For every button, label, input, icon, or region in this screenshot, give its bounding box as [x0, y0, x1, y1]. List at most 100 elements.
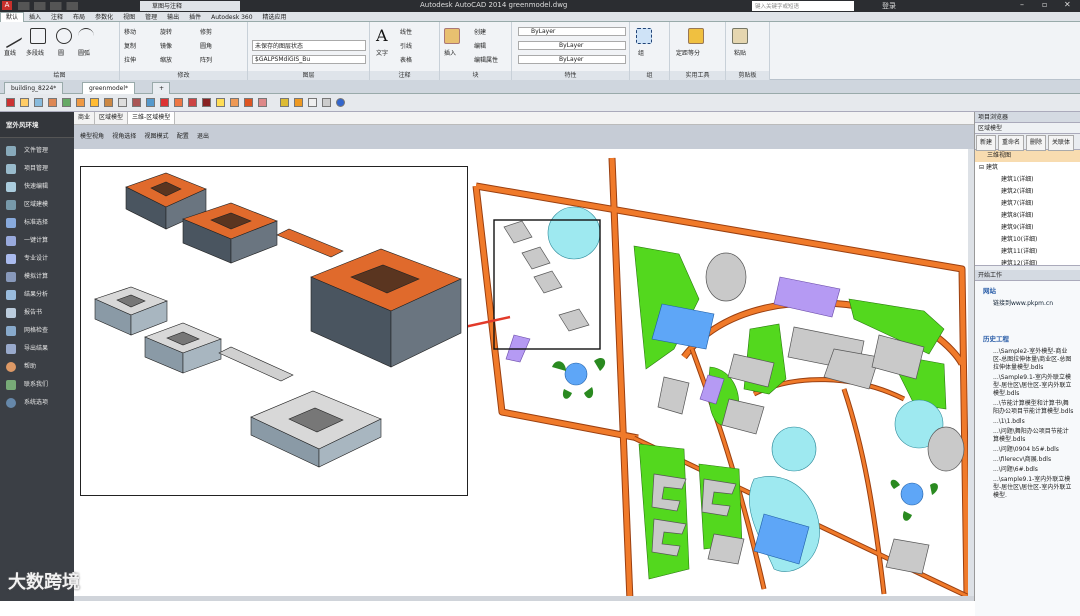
print-icon[interactable]: [322, 98, 331, 107]
edit-attributes-button[interactable]: 编辑属性: [474, 55, 498, 64]
divide-button[interactable]: 定距等分: [676, 48, 700, 57]
nav-result-analysis[interactable]: 结果分析: [0, 286, 74, 304]
linetype-select[interactable]: ByLayer: [518, 41, 626, 50]
text-button[interactable]: 文字: [376, 48, 388, 57]
tree-node-building[interactable]: 建筑9(详细): [975, 222, 1080, 234]
zoom-icon[interactable]: [34, 98, 43, 107]
terrain-icon[interactable]: [174, 98, 183, 107]
collapse-icon[interactable]: ⊟: [979, 164, 986, 171]
close-icon[interactable]: ✕: [1064, 0, 1071, 9]
scale-button[interactable]: 缩放: [160, 55, 172, 64]
text-icon[interactable]: A: [376, 26, 388, 45]
export-icon[interactable]: [216, 98, 225, 107]
nav-quick-edit[interactable]: 快速编辑: [0, 178, 74, 196]
stretch-button[interactable]: 拉伸: [124, 55, 136, 64]
tree-node-building[interactable]: 建筑12(详细): [975, 258, 1080, 265]
tree-node-building[interactable]: 建筑11(详细): [975, 246, 1080, 258]
model-icon[interactable]: [20, 98, 29, 107]
workspace-select[interactable]: 草图与注释: [140, 1, 240, 11]
history-item[interactable]: ...\问题\6#.bdls: [975, 465, 1080, 475]
mirror-button[interactable]: 镜像: [160, 41, 172, 50]
app-menu-icon[interactable]: A: [2, 1, 12, 10]
edit-block-button[interactable]: 编辑: [474, 41, 486, 50]
tree-node-building[interactable]: 建筑2(详细): [975, 186, 1080, 198]
history-item[interactable]: ...\sample9.1-室内外联立模型-居住区\居住区-室内外联立模型.: [975, 475, 1080, 501]
render-icon[interactable]: [202, 98, 211, 107]
view-select-button[interactable]: 视角选择: [112, 125, 136, 149]
doc-tab-building[interactable]: building_8224*: [4, 82, 64, 94]
layer-state-select[interactable]: 未保存的图层状态: [252, 40, 366, 51]
line-button[interactable]: 直线: [4, 48, 16, 57]
nav-file-management[interactable]: 文件管理: [0, 142, 74, 160]
array-button[interactable]: 阵列: [200, 55, 212, 64]
stair-icon[interactable]: [160, 98, 169, 107]
line-icon[interactable]: [6, 23, 22, 49]
config-button[interactable]: 配置: [177, 125, 189, 149]
insert-block-icon[interactable]: [444, 28, 460, 44]
current-layer-select[interactable]: $GALPSMdiGIS_Bu: [252, 55, 366, 64]
history-item[interactable]: ...\Sample9.1-室内外联立模型-居住区\居住区-室内外联立模型.bd…: [975, 373, 1080, 399]
nav-system-options[interactable]: 系统选项: [0, 394, 74, 412]
color-icon[interactable]: [76, 98, 85, 107]
folder-icon[interactable]: [280, 98, 289, 107]
nav-professional-design[interactable]: 专业设计: [0, 250, 74, 268]
nav-area-modeling[interactable]: 区域建模: [0, 196, 74, 214]
nav-project-management[interactable]: 项目管理: [0, 160, 74, 178]
grid-icon[interactable]: [308, 98, 317, 107]
delete-button[interactable]: 删除: [1026, 135, 1047, 151]
roof-icon[interactable]: [146, 98, 155, 107]
exit-button[interactable]: 退出: [197, 125, 209, 149]
tree-node-building[interactable]: 建筑1(详细): [975, 174, 1080, 186]
doc-tab-greenmodel[interactable]: greenmodel*: [82, 82, 136, 94]
circle-icon[interactable]: [56, 28, 72, 44]
building-icon[interactable]: [90, 98, 99, 107]
insert-button[interactable]: 插入: [444, 48, 456, 57]
model-view-button[interactable]: 模型视角: [80, 125, 104, 149]
arc-icon[interactable]: [78, 28, 94, 44]
table-button[interactable]: 表格: [400, 55, 412, 64]
group-button[interactable]: 组: [638, 48, 644, 57]
tag-area-model[interactable]: 区域模型: [95, 112, 129, 124]
polyline-icon[interactable]: [30, 28, 46, 44]
polyline-button[interactable]: 多段线: [26, 48, 44, 57]
view-mode-button[interactable]: 视图模式: [145, 125, 169, 149]
new-button[interactable]: 新建: [976, 135, 997, 151]
nav-report[interactable]: 报告书: [0, 304, 74, 322]
rotate-button[interactable]: 旋转: [160, 27, 172, 36]
search-input[interactable]: 键入关键字或短语: [752, 1, 854, 11]
tree-icon[interactable]: [188, 98, 197, 107]
tag-3d-area-model[interactable]: 三维-区域模型: [128, 112, 176, 124]
history-item[interactable]: ...\Sample2-室外模型-商业区-总图拉伸体量\商业区-总图拉伸体量模型…: [975, 347, 1080, 373]
paste-icon[interactable]: [732, 28, 748, 44]
layer-icon[interactable]: [62, 98, 71, 107]
history-item[interactable]: ...\1\1.bdls: [975, 417, 1080, 427]
history-item[interactable]: ...\filerecv\商展.bdls: [975, 455, 1080, 465]
paste-button[interactable]: 粘贴: [734, 48, 746, 57]
nav-export-results[interactable]: 导出结果: [0, 340, 74, 358]
window-icon[interactable]: [132, 98, 141, 107]
tree-node-building[interactable]: 建筑8(详细): [975, 210, 1080, 222]
tag-commercial[interactable]: 商业: [74, 112, 96, 124]
nav-contact-us[interactable]: 联系我们: [0, 376, 74, 394]
copy-icon[interactable]: [230, 98, 239, 107]
new-tab-button[interactable]: +: [152, 82, 170, 94]
measure-icon[interactable]: [688, 28, 704, 44]
link-button[interactable]: 关联体: [1048, 135, 1075, 151]
linear-button[interactable]: 线性: [400, 27, 412, 36]
nav-one-click-calc[interactable]: 一键计算: [0, 232, 74, 250]
fillet-button[interactable]: 圆角: [200, 41, 212, 50]
nav-standard-select[interactable]: 标准选择: [0, 214, 74, 232]
trim-button[interactable]: 修剪: [200, 27, 212, 36]
lineweight-select[interactable]: ByLayer: [518, 55, 626, 64]
paste-small-icon[interactable]: [258, 98, 267, 107]
tree-node-building[interactable]: 建筑7(详细): [975, 198, 1080, 210]
minimize-icon[interactable]: –: [1020, 0, 1024, 9]
history-item[interactable]: ...\问题\0904 b5#.bdls: [975, 445, 1080, 455]
rename-button[interactable]: 重命名: [998, 135, 1025, 151]
edit-icon[interactable]: [48, 98, 57, 107]
maximize-icon[interactable]: ▫: [1042, 0, 1047, 9]
nav-help[interactable]: 帮助: [0, 358, 74, 376]
sign-in-link[interactable]: 登录: [882, 1, 896, 11]
globe-icon[interactable]: [336, 98, 345, 107]
move-button[interactable]: 移动: [124, 27, 136, 36]
